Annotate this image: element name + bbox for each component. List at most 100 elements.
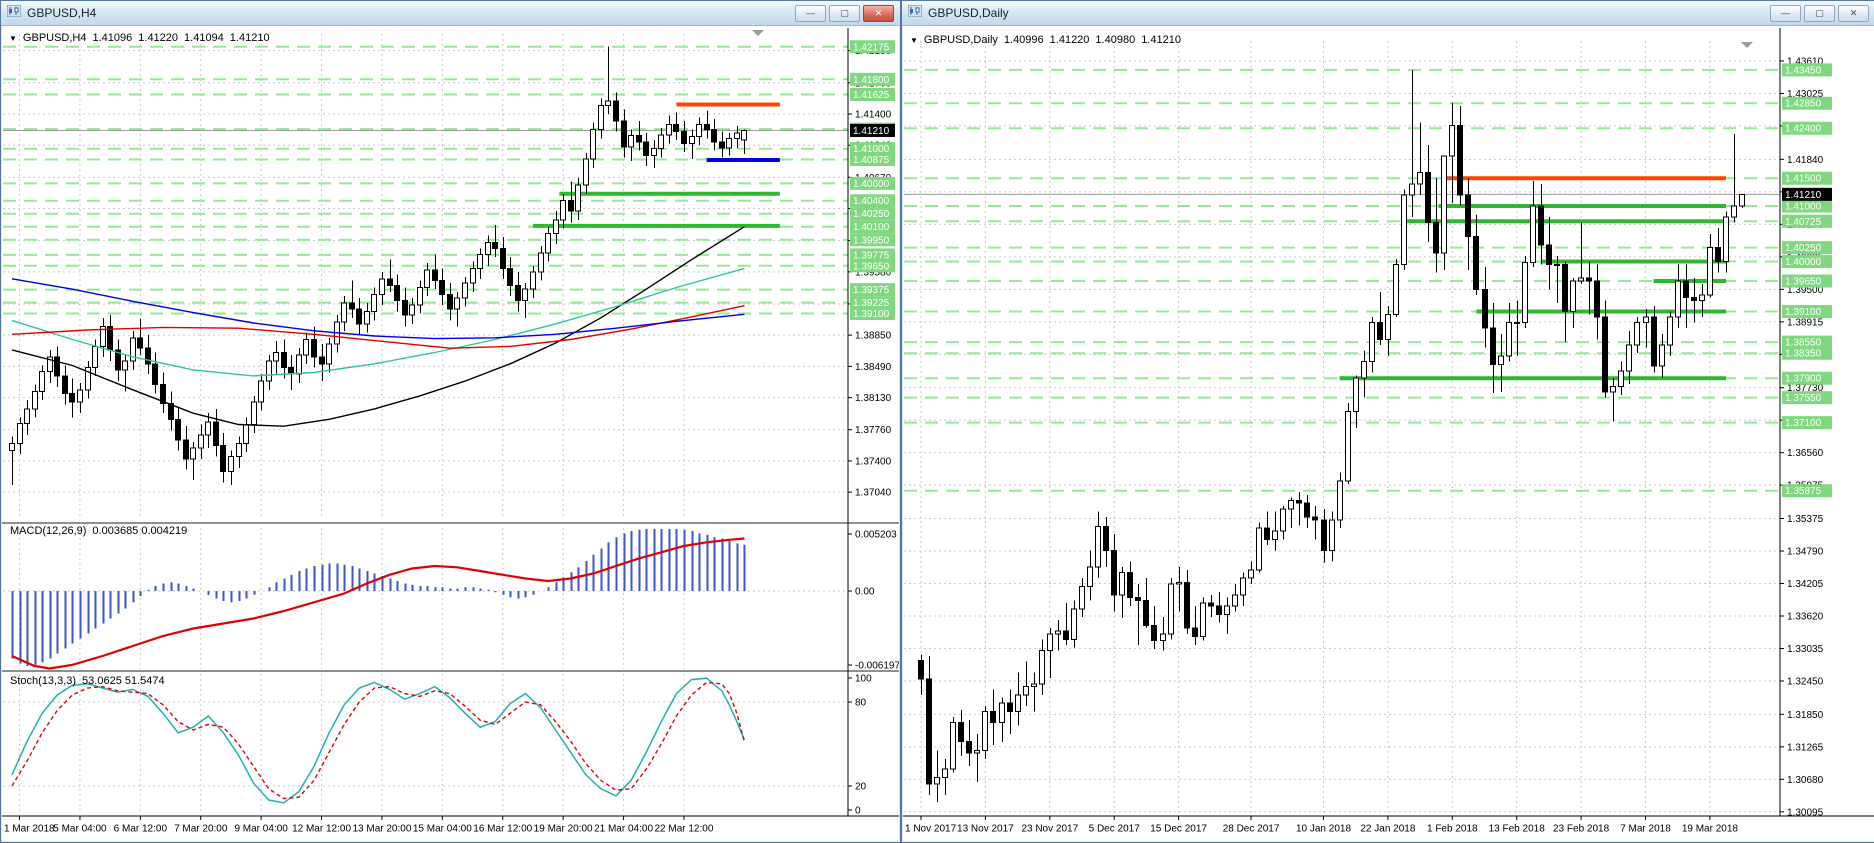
- svg-text:28 Dec 2017: 28 Dec 2017: [1223, 824, 1280, 835]
- close-icon: ✕: [874, 7, 883, 18]
- minimize-icon: —: [806, 7, 815, 18]
- svg-text:1.38915: 1.38915: [1787, 317, 1824, 328]
- svg-text:1.40100: 1.40100: [853, 222, 890, 233]
- svg-text:19 Mar 20:00: 19 Mar 20:00: [534, 824, 593, 835]
- svg-text:13 Nov 2017: 13 Nov 2017: [957, 824, 1014, 835]
- svg-text:0.005203: 0.005203: [855, 530, 897, 541]
- close-button[interactable]: ✕: [1838, 4, 1869, 22]
- restore-button[interactable]: ▢: [1804, 4, 1835, 22]
- close-button[interactable]: ✕: [863, 4, 894, 22]
- svg-text:0.00: 0.00: [855, 587, 875, 598]
- svg-text:1.39650: 1.39650: [1785, 277, 1822, 288]
- svg-text:15 Dec 2017: 15 Dec 2017: [1150, 824, 1207, 835]
- svg-text:1.41000: 1.41000: [1785, 202, 1822, 213]
- chart-window-icon: [6, 4, 22, 22]
- svg-text:1.39375: 1.39375: [853, 285, 890, 296]
- close-icon: ✕: [1849, 7, 1858, 18]
- restore-icon: ▢: [840, 7, 849, 18]
- svg-text:1.37400: 1.37400: [855, 456, 892, 467]
- chart-area-daily[interactable]: 1.436101.430251.424401.418401.412551.406…: [903, 26, 1874, 841]
- svg-text:1 Mar 2018: 1 Mar 2018: [4, 824, 55, 835]
- svg-text:1.39650: 1.39650: [853, 261, 890, 272]
- svg-text:1.33620: 1.33620: [1787, 612, 1824, 623]
- quote-open: 1.41096: [92, 32, 133, 44]
- stoch-indicator-label: Stoch(13,3,3) 53.0625 51.5474: [10, 675, 165, 687]
- window-titlebar[interactable]: GBPUSD,Daily — ▢ ✕: [902, 1, 1874, 26]
- svg-text:1.40250: 1.40250: [1785, 243, 1822, 254]
- price-axis: 1.421301.417601.414001.410401.406701.403…: [848, 40, 899, 817]
- quote-low: 1.40980: [1095, 34, 1136, 46]
- svg-text:1 Feb 2018: 1 Feb 2018: [1427, 824, 1478, 835]
- svg-text:1.41840: 1.41840: [1787, 155, 1824, 166]
- svg-text:1.37100: 1.37100: [1785, 418, 1822, 429]
- svg-text:23 Feb 2018: 23 Feb 2018: [1553, 824, 1610, 835]
- svg-text:10 Jan 2018: 10 Jan 2018: [1296, 824, 1351, 835]
- quote-line: ▼ GBPUSD,Daily 1.40996 1.41220 1.40980 1…: [910, 34, 1181, 46]
- svg-text:1.33035: 1.33035: [1787, 644, 1824, 655]
- level-lines: [904, 176, 1780, 381]
- svg-text:1.34205: 1.34205: [1787, 579, 1824, 590]
- chart-window-daily[interactable]: GBPUSD,Daily — ▢ ✕ 1.436101.430251.42440…: [901, 0, 1874, 843]
- chart-area-h4[interactable]: 1.421301.417601.414001.410401.406701.403…: [2, 26, 899, 841]
- indicator-layer: [3, 529, 848, 804]
- quote-close: 1.41210: [1141, 34, 1181, 46]
- svg-text:1.41400: 1.41400: [855, 110, 892, 121]
- symbol-dropdown-icon[interactable]: ▼: [9, 34, 17, 43]
- ma-red: [11, 305, 745, 349]
- stoch-d-line: [11, 681, 746, 800]
- svg-text:1.38850: 1.38850: [855, 331, 892, 342]
- window-title: GBPUSD,H4: [27, 6, 97, 20]
- svg-text:-0.006197: -0.006197: [855, 661, 899, 672]
- svg-text:1.42850: 1.42850: [1785, 99, 1822, 110]
- svg-text:6 Mar 12:00: 6 Mar 12:00: [114, 824, 168, 835]
- macd-signal-line: [11, 537, 745, 670]
- svg-text:1.35375: 1.35375: [1787, 514, 1824, 525]
- window-titlebar[interactable]: GBPUSD,H4 — ▢ ✕: [1, 1, 900, 26]
- svg-text:16 Mar 12:00: 16 Mar 12:00: [473, 824, 532, 835]
- daily-chart-svg[interactable]: 1.436101.430251.424401.418401.412551.406…: [903, 26, 1874, 841]
- svg-text:1.38490: 1.38490: [855, 362, 892, 373]
- svg-text:1.32450: 1.32450: [1787, 677, 1824, 688]
- svg-text:1.41625: 1.41625: [853, 90, 890, 101]
- svg-text:1.37900: 1.37900: [1785, 374, 1822, 385]
- macd-name: MACD(12,26,9): [10, 525, 87, 537]
- svg-text:22 Mar 12:00: 22 Mar 12:00: [654, 824, 713, 835]
- svg-text:1.41210: 1.41210: [853, 126, 890, 137]
- quote-close: 1.41210: [229, 32, 270, 44]
- svg-text:1.30095: 1.30095: [1787, 807, 1824, 818]
- minimize-button[interactable]: —: [795, 4, 826, 22]
- svg-text:1.41210: 1.41210: [1785, 190, 1822, 201]
- svg-text:5 Dec 2017: 5 Dec 2017: [1089, 824, 1141, 835]
- svg-text:1.39100: 1.39100: [1785, 307, 1822, 318]
- h4-chart-svg[interactable]: 1.421301.417601.414001.410401.406701.403…: [2, 26, 899, 841]
- svg-text:1.35875: 1.35875: [1785, 486, 1822, 497]
- svg-text:1.40250: 1.40250: [853, 209, 890, 220]
- macd-indicator-label: MACD(12,26,9) 0.003685 0.004219: [10, 525, 187, 537]
- restore-button[interactable]: ▢: [829, 4, 860, 22]
- mdi-workspace: { "icons": { "dropdown": "▼", "minimize"…: [0, 0, 1874, 843]
- macd-values: 0.003685 0.004219: [92, 525, 188, 537]
- price-axis: 1.436101.430251.424401.418401.412551.406…: [1780, 57, 1832, 818]
- chart-window-h4[interactable]: GBPUSD,H4 — ▢ ✕ 1.421301.417601.414001.4…: [0, 0, 901, 843]
- chart-shift-icon: [1741, 42, 1753, 48]
- grid-layer: [904, 41, 1780, 814]
- svg-text:1.40725: 1.40725: [1785, 217, 1822, 228]
- quote-line: ▼ GBPUSD,H4 1.41096 1.41220 1.41094 1.41…: [9, 32, 270, 44]
- svg-text:1.40000: 1.40000: [1785, 257, 1822, 268]
- grid-layer: [3, 34, 848, 814]
- svg-text:1.36560: 1.36560: [1787, 448, 1824, 459]
- symbol-dropdown-icon[interactable]: ▼: [910, 36, 918, 45]
- quote-low: 1.41094: [184, 32, 224, 44]
- svg-text:1 Nov 2017: 1 Nov 2017: [905, 824, 957, 835]
- svg-text:7 Mar 2018: 7 Mar 2018: [1620, 824, 1671, 835]
- svg-text:1.38350: 1.38350: [1785, 349, 1822, 360]
- svg-text:1.42175: 1.42175: [853, 42, 890, 53]
- svg-text:1.37040: 1.37040: [855, 488, 892, 499]
- minimize-button[interactable]: —: [1770, 4, 1801, 22]
- chart-window-icon: [907, 4, 923, 22]
- svg-text:1.31265: 1.31265: [1787, 742, 1824, 753]
- svg-text:1.43450: 1.43450: [1785, 65, 1822, 76]
- svg-text:1.39100: 1.39100: [853, 309, 890, 320]
- svg-text:21 Mar 04:00: 21 Mar 04:00: [594, 824, 653, 835]
- stoch-k-line: [11, 677, 746, 804]
